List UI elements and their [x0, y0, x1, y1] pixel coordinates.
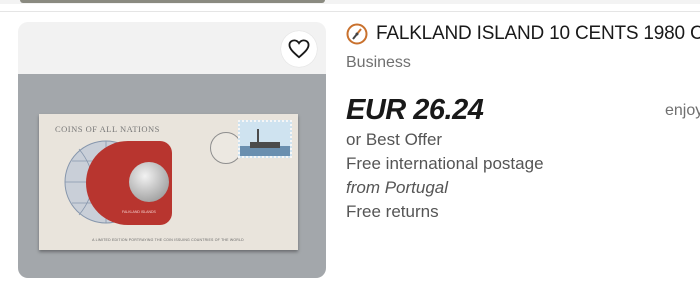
stamp-mast: [257, 129, 259, 143]
returns-text: Free returns: [346, 202, 439, 221]
coin-label: FALKLAND ISLANDS: [122, 210, 156, 214]
listing-title[interactable]: FALKLAND ISLAND 10 CENTS 1980 COIN COVER: [376, 23, 700, 45]
postage-stamp: [238, 120, 292, 158]
stamp-ship: [250, 142, 280, 148]
heart-icon: [288, 39, 310, 59]
listing-image[interactable]: COINS OF ALL NATIONS FALKLAND ISLANDS A …: [18, 22, 326, 278]
listing-divider: [0, 11, 700, 12]
best-offer-text: or Best Offer: [346, 130, 443, 149]
cover-footer: A LIMITED EDITION PORTRAYING THE COIN IS…: [92, 238, 244, 242]
previous-listing-image: [20, 0, 325, 3]
shipping-text: Free international postage: [346, 154, 544, 173]
coin-cover: COINS OF ALL NATIONS FALKLAND ISLANDS A …: [39, 114, 298, 250]
listing-subtitle: Business: [346, 54, 411, 71]
coin-image: [129, 162, 169, 202]
listing-title-row[interactable]: FALKLAND ISLAND 10 CENTS 1980 COIN COVER: [346, 21, 700, 47]
side-text: enjoy: [665, 102, 700, 119]
listing-price: EUR 26.24: [346, 94, 484, 126]
watch-button[interactable]: [281, 31, 317, 67]
cover-title: COINS OF ALL NATIONS: [55, 124, 160, 134]
previous-listing-strip: [0, 0, 700, 4]
origin-text: from Portugal: [346, 178, 449, 197]
compass-icon: [346, 23, 368, 45]
